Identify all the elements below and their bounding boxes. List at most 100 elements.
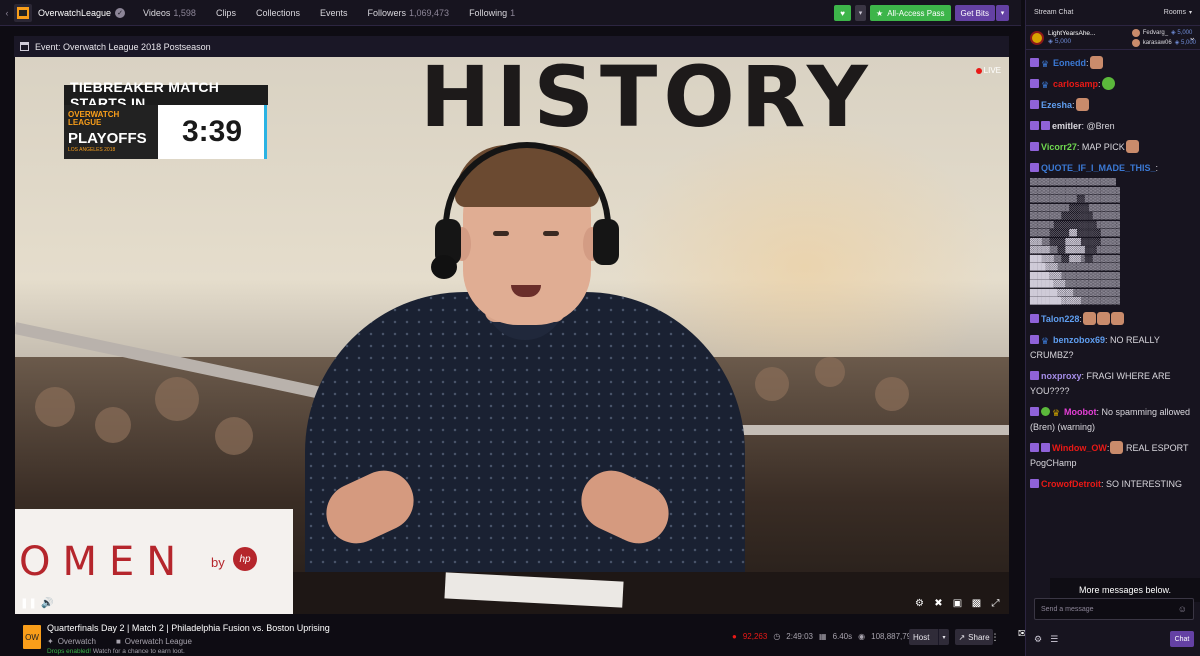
chat-footer: ⚙ ☰ Chat (1034, 630, 1194, 648)
collapse-sidebar-icon[interactable]: ‹ (0, 0, 14, 26)
bits-badge-icon (1041, 121, 1050, 130)
stream-info: OW Quarterfinals Day 2 | Match 2 | Phila… (14, 619, 1036, 656)
get-bits-label: Get Bits (960, 8, 989, 18)
latency-icon: ▦ (819, 632, 827, 641)
chat-message: QUOTE_IF_I_MADE_THIS_: ▒▒▒▒▒▒▒▒▒▒▒▒▒▒▒▒▒… (1030, 161, 1197, 306)
sub-badge-icon (1030, 313, 1039, 323)
chat-username[interactable]: Moobot (1064, 407, 1096, 417)
extension-x-icon[interactable]: ✖ (933, 598, 944, 609)
leader-top-name: LightYearsAhe... (1048, 29, 1096, 37)
leader-second-name: Fedvarg_ (1142, 29, 1169, 36)
headset-mic (431, 255, 457, 279)
live-label: LIVE (983, 66, 1001, 75)
countdown-timer: 3:39 (181, 115, 243, 148)
nav-collections[interactable]: Collections (256, 8, 300, 18)
chat-message: Window_OW: REAL ESPORT PogCHamp (1030, 440, 1189, 468)
chat-message: ♛ benzobox69: NO REALLY CRUMBZ? (1030, 334, 1160, 360)
chat-input-field[interactable]: Send a message ☺ (1034, 598, 1194, 620)
theatre-mode-icon[interactable]: ▩ (971, 598, 982, 609)
emote-picker-icon[interactable]: ☺ (1178, 604, 1187, 614)
team-icon: ■ (115, 637, 121, 646)
event-bar[interactable]: Event: Overwatch League 2018 Postseason (14, 36, 1009, 57)
nav-followers[interactable]: Followers 1,069,473 (368, 8, 450, 18)
chat-username[interactable]: Ezesha (1041, 100, 1072, 110)
stream-stats: ● 92,263 ◷ 2:49:03 ▦ 6.40s ◉ 108,887,798 (732, 632, 916, 641)
viewer-list-icon[interactable]: ☰ (1050, 634, 1058, 645)
settings-gear-icon[interactable]: ⚙ (914, 598, 925, 609)
follow-dropdown-button[interactable]: ▾ (855, 5, 867, 21)
more-options-icon[interactable]: ⋮ (989, 629, 1001, 645)
logo-mid-text: PLAYOFFS (68, 130, 147, 148)
chat-send-button[interactable]: Chat (1170, 631, 1194, 647)
volume-icon[interactable]: 🔊 (41, 598, 53, 609)
channel-name[interactable]: OverwatchLeague (38, 8, 111, 18)
chat-username[interactable]: Vicorr27 (1041, 142, 1077, 152)
chat-message: ♛ Eonedd: (1030, 56, 1197, 71)
headset-cup-right (593, 219, 619, 265)
team-link[interactable]: Overwatch League (125, 637, 192, 646)
sub-badge-icon (1030, 142, 1039, 151)
sub-badge-icon (1030, 79, 1039, 88)
nav-videos[interactable]: Videos 1,598 (143, 8, 196, 18)
viewer-count: 92,263 (742, 632, 768, 641)
chat-message: Talon228: (1030, 311, 1197, 327)
fullscreen-icon[interactable]: ⤢ (990, 598, 1001, 609)
host-dropdown-icon[interactable]: ▾ (938, 629, 949, 645)
host-button[interactable]: Host ▾ (909, 629, 949, 645)
chat-text: @Bren (1084, 121, 1115, 131)
live-dot-icon (975, 67, 982, 74)
clip-icon[interactable]: ▣ (952, 598, 963, 609)
nav-following[interactable]: Following 1 (469, 8, 515, 18)
chat-username[interactable]: CrowofDetroit (1041, 479, 1101, 489)
chat-username[interactable]: carlosamp (1053, 79, 1098, 89)
stream-meta: ✦ Overwatch ■ Overwatch League (47, 637, 192, 646)
game-icon: ✦ (47, 637, 54, 646)
prime-crown-icon: ♛ (1041, 335, 1050, 346)
chat-username[interactable]: Talon228 (1041, 314, 1079, 324)
follow-button[interactable]: ♥ (834, 5, 852, 21)
chat-username[interactable]: benzobox69 (1053, 335, 1105, 345)
chat-message: Vicorr27: MAP PICK (1030, 140, 1197, 155)
leader-second-avatar (1131, 28, 1140, 37)
video-player[interactable]: HISTORY OMEN by hp TIEBREAKER MATCH STAR… (15, 57, 1009, 614)
countdown-accent (264, 105, 267, 159)
sub-badge-icon (1030, 406, 1039, 416)
share-icon: ↗ (958, 632, 966, 642)
chat-panel: Stream Chat Rooms ▾ LightYearsAhe... ◈ 5… (1025, 0, 1200, 656)
sub-badge-icon (1030, 334, 1039, 344)
chat-username[interactable]: Window_OW (1052, 443, 1107, 453)
sub-badge-icon (1030, 163, 1039, 172)
all-access-pass-button[interactable]: ★ All-Access Pass (870, 5, 951, 21)
chat-username[interactable]: emitler (1052, 121, 1082, 131)
chat-username[interactable]: noxproxy (1041, 371, 1082, 381)
rooms-dropdown[interactable]: Rooms ▾ (1164, 9, 1192, 16)
backdrop-text: HISTORY (420, 57, 874, 146)
chat-message: ♛ Moobot: No spamming allowed (Bren) (war… (1030, 406, 1191, 432)
get-bits-dropdown-button[interactable]: ▾ (996, 5, 1009, 21)
countdown-banner: TIEBREAKER MATCH STARTS IN (64, 79, 268, 111)
chat-settings-gear-icon[interactable]: ⚙ (1034, 634, 1042, 645)
game-boxart[interactable]: OW (23, 625, 41, 649)
pause-icon[interactable]: ❚❚ (20, 598, 37, 609)
emote-icon (1110, 311, 1124, 325)
channel-avatar[interactable] (14, 3, 32, 22)
share-button[interactable]: ↗ Share (955, 629, 993, 645)
crown-icon: ♛ (1052, 407, 1061, 418)
logo-bot-text: LOS ANGELES 2018 (68, 146, 116, 153)
chat-text: SO INTERESTING (1103, 478, 1183, 489)
chat-message: CrowofDetroit: SO INTERESTING (1030, 477, 1197, 492)
chat-username[interactable]: QUOTE_IF_I_MADE_THIS_ (1041, 163, 1156, 173)
chat-username[interactable]: Eonedd (1053, 58, 1086, 68)
chat-message: emitler: @Bren (1030, 119, 1197, 134)
railing-right (715, 425, 1009, 435)
bits-badge-icon (1041, 442, 1050, 452)
medal-icon (1030, 30, 1044, 45)
chevron-down-icon[interactable]: ⌄ (1188, 32, 1196, 43)
nav-clips[interactable]: Clips (216, 8, 236, 18)
mod-badge-icon (1041, 406, 1050, 416)
game-link[interactable]: Overwatch (58, 637, 96, 646)
all-access-pass-label: All-Access Pass (887, 8, 945, 18)
get-bits-button[interactable]: Get Bits (954, 5, 995, 21)
nav-events[interactable]: Events (320, 8, 348, 18)
bits-leaderboard[interactable]: LightYearsAhe... ◈ 5,000 Fedvarg_ ◈ 5,00… (1026, 26, 1200, 50)
